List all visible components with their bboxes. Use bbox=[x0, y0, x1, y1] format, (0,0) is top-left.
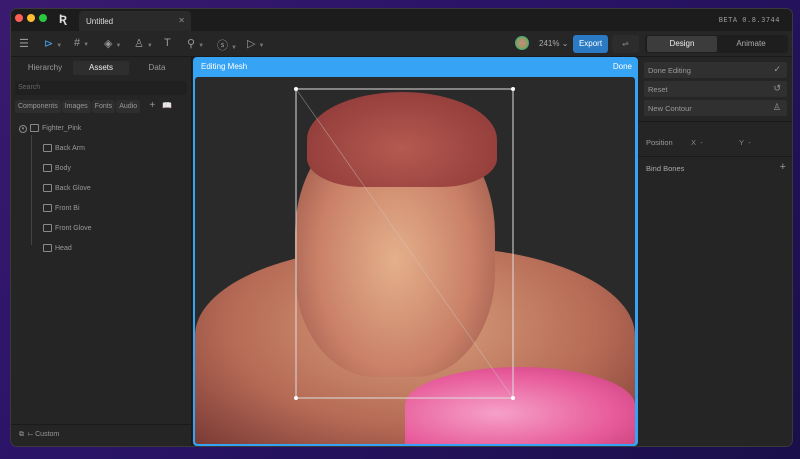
bone-tool-icon[interactable]: ⚲ ▼ bbox=[187, 37, 204, 50]
play-icon[interactable]: ▷ ▼ bbox=[247, 37, 264, 50]
mesh-bounds bbox=[294, 87, 515, 400]
tree-item[interactable]: Body bbox=[19, 163, 92, 183]
new-contour-button[interactable]: New Contour ♙ bbox=[644, 100, 787, 116]
tree-item[interactable]: Front Glove bbox=[19, 223, 92, 243]
position-label: Position bbox=[646, 138, 673, 147]
add-icon[interactable]: + bbox=[149, 100, 155, 111]
add-bone-icon[interactable]: + bbox=[780, 161, 786, 173]
version-label: BETA 0.8.3744 bbox=[718, 16, 780, 24]
bottom-bar: ⧉ ⊢ Custom bbox=[11, 424, 191, 446]
search-input[interactable]: Search bbox=[15, 81, 187, 95]
menu-icon[interactable]: ☰ bbox=[19, 37, 29, 50]
psd-icon bbox=[30, 124, 39, 133]
filter-images[interactable]: Images bbox=[61, 100, 91, 113]
left-panel: Hierarchy Assets Data Search Components I… bbox=[11, 57, 192, 446]
reset-icon: ↺ bbox=[773, 83, 781, 93]
tree-root[interactable]: ▾ Fighter_Pink bbox=[19, 123, 92, 143]
assets-icon[interactable]: ⧉ bbox=[19, 431, 24, 438]
hierarchy-icon: ⊢ bbox=[27, 431, 34, 438]
toolbar: ☰ ⊳ ▼ # ▼ ◈ ▼ ♙ ▼ T ⚲ ▼ ⓢ ▼ ▷ ▼ 241% ⌄ Export ⇌… bbox=[11, 31, 792, 57]
document-tab[interactable]: Untitled ✕ bbox=[79, 11, 191, 31]
tree-item-label: Body bbox=[55, 165, 71, 172]
swap-icon[interactable]: ⇌ bbox=[612, 35, 639, 53]
tree-item-label: Front Glove bbox=[55, 225, 92, 232]
tree-item-label: Head bbox=[55, 245, 72, 252]
position-x-field[interactable]: X - bbox=[691, 138, 703, 147]
mesh-title: Editing Mesh bbox=[201, 62, 248, 71]
tree-item-label: Front Bi bbox=[55, 205, 80, 212]
constraint-tool-icon[interactable]: ⓢ ▼ bbox=[217, 37, 237, 53]
mesh-vertex[interactable] bbox=[511, 87, 515, 91]
editing-mesh-frame: Editing Mesh Done bbox=[193, 57, 638, 446]
maximize-window-button[interactable] bbox=[39, 14, 47, 22]
tree-item[interactable]: Front Bi bbox=[19, 203, 92, 223]
mode-switch: Design Animate bbox=[645, 35, 788, 53]
mesh-vertex[interactable] bbox=[294, 87, 298, 91]
pen-tool-icon[interactable]: ♙ ▼ bbox=[134, 37, 153, 50]
tree-item-label: Back Arm bbox=[55, 145, 85, 152]
shape-tool-icon[interactable]: ◈ ▼ bbox=[104, 37, 121, 50]
close-window-button[interactable] bbox=[15, 14, 23, 22]
mesh-vertex[interactable] bbox=[294, 396, 298, 400]
fighter-image[interactable] bbox=[195, 77, 635, 444]
position-y-field[interactable]: Y - bbox=[739, 138, 751, 147]
check-icon: ✓ bbox=[773, 64, 781, 74]
tab-animate[interactable]: Animate bbox=[716, 36, 786, 52]
mesh-vertex[interactable] bbox=[511, 396, 515, 400]
bind-bones-label: Bind Bones bbox=[646, 164, 685, 173]
tree-item-label: Back Glove bbox=[55, 185, 91, 192]
avatar[interactable] bbox=[515, 36, 529, 50]
done-editing-button[interactable]: Done Editing ✓ bbox=[644, 62, 787, 78]
frame-tool-icon[interactable]: # ▼ bbox=[74, 37, 89, 49]
filter-audio[interactable]: Audio bbox=[116, 100, 141, 113]
select-tool-icon[interactable]: ⊳ ▼ bbox=[44, 37, 62, 50]
filter-components[interactable]: Components bbox=[15, 100, 61, 113]
tab-title: Untitled bbox=[86, 17, 114, 26]
tree-item[interactable]: Back Arm bbox=[19, 143, 92, 163]
minimize-window-button[interactable] bbox=[27, 14, 35, 22]
asset-tree: ▾ Fighter_Pink Back Arm Body Back Glove F… bbox=[19, 123, 92, 263]
image-icon bbox=[43, 224, 52, 233]
tree-root-label: Fighter_Pink bbox=[42, 125, 82, 132]
right-panel: Done Editing ✓ Reset ↺ New Contour ♙ Positi… bbox=[638, 57, 792, 446]
pen-icon: ♙ bbox=[772, 102, 781, 112]
zoom-dropdown[interactable]: 241% ⌄ bbox=[539, 39, 568, 48]
tab-assets[interactable]: Assets bbox=[73, 61, 129, 75]
image-icon bbox=[43, 204, 52, 213]
app-window: Ʀ Untitled ✕ BETA 0.8.3744 ☰ ⊳ ▼ # ▼ ◈ ▼ ♙ ▼ … bbox=[10, 8, 793, 447]
collapse-icon[interactable]: ▾ bbox=[19, 125, 27, 133]
tab-design[interactable]: Design bbox=[647, 36, 717, 52]
custom-label[interactable]: Custom bbox=[35, 431, 59, 438]
tree-item[interactable]: Back Glove bbox=[19, 183, 92, 203]
text-tool-icon[interactable]: T bbox=[164, 37, 171, 49]
reset-button[interactable]: Reset ↺ bbox=[644, 81, 787, 97]
done-button[interactable]: Done bbox=[613, 62, 632, 71]
image-icon bbox=[43, 244, 52, 253]
image-icon bbox=[43, 144, 52, 153]
export-button[interactable]: Export bbox=[573, 35, 608, 53]
close-tab-icon[interactable]: ✕ bbox=[178, 16, 185, 25]
title-bar: Ʀ Untitled ✕ BETA 0.8.3744 bbox=[11, 9, 792, 31]
app-logo-icon: Ʀ bbox=[59, 12, 68, 26]
filter-fonts[interactable]: Fonts bbox=[91, 100, 116, 113]
tree-item[interactable]: Head bbox=[19, 243, 92, 263]
image-icon bbox=[43, 164, 52, 173]
library-icon[interactable]: 📖 bbox=[162, 101, 172, 110]
image-icon bbox=[43, 184, 52, 193]
tab-hierarchy[interactable]: Hierarchy bbox=[17, 61, 73, 75]
tab-data[interactable]: Data bbox=[129, 61, 185, 75]
